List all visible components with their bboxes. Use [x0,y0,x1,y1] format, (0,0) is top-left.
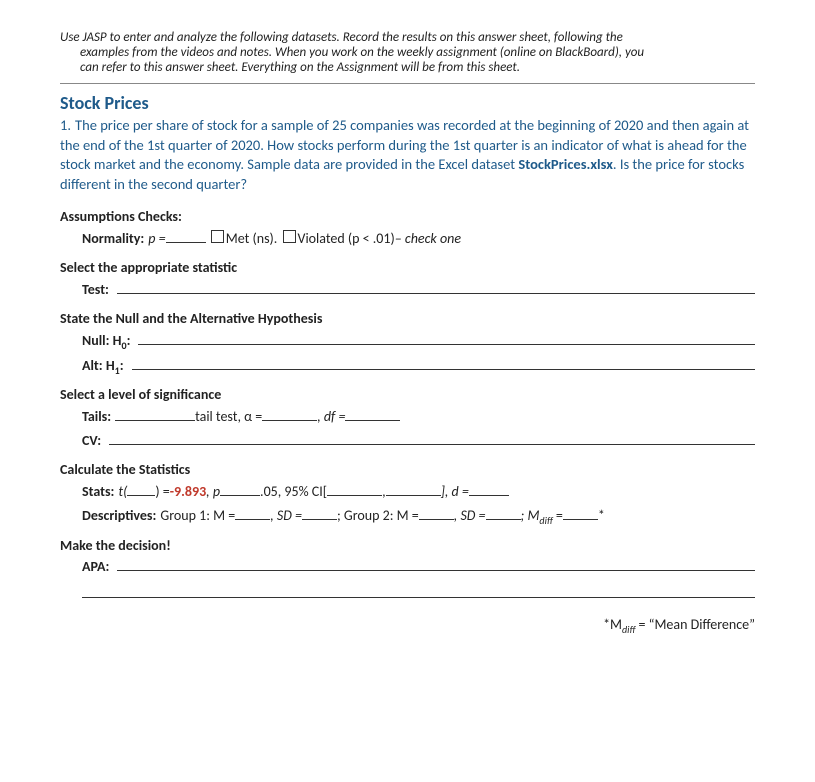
instructions-line-1: Use JASP to enter and analyze the follow… [60,30,755,45]
mdiff-blank[interactable] [563,505,598,520]
null-row: Null: H0: [82,329,755,354]
select-statistic-heading: Select the appropriate statistic [60,259,755,276]
g1-label: Group 1: M = [160,504,235,528]
apa-label: APA: [82,558,109,575]
stats-row: Stats: t( ) = -9.893 , p .05, 95% CI[ , … [82,480,755,504]
g2-label: ; Group 2: M = [337,504,419,528]
calculate-heading: Calculate the Statistics [60,461,755,478]
test-row: Test: [82,278,755,302]
violated-checkbox[interactable] [283,230,296,243]
null-label: Null: H0: [82,329,130,354]
alpha-05-text: .05, 95% CI[ [260,480,327,504]
descriptives-label: Descriptives: [82,504,156,528]
alt-label: Alt: H1: [82,354,124,379]
test-blank[interactable] [117,279,755,294]
p-comp-blank[interactable] [220,481,260,496]
question-file: StockPrices.xlsx [518,155,613,173]
check-one-label: – check one [395,227,461,251]
alt-row: Alt: H1: [82,354,755,379]
apa-blank-1[interactable] [117,556,755,571]
descriptives-row: Descriptives: Group 1: M = , SD = ; Grou… [82,504,755,529]
normality-row: Normality: p = Met (ns). Violated (p < .… [82,227,755,251]
significance-heading: Select a level of significance [60,386,755,403]
ci-low-blank[interactable] [327,481,382,496]
instructions-line-2: examples from the videos and notes. When… [60,45,755,60]
tails-row: Tails: tail test, α = , df = [82,405,755,429]
tail-test-text: tail test, α = [195,405,262,429]
t-open: t( [118,480,127,504]
g1-sd-blank[interactable] [302,505,337,520]
ci-high-blank[interactable] [386,481,441,496]
t-close: ) = [155,480,169,504]
t-value: -9.893 [170,480,206,504]
null-blank[interactable] [138,330,755,345]
normality-label: Normality: [82,227,144,251]
df-label: , df = [317,405,345,429]
g2-sd-label: , SD = [454,504,486,528]
met-label: Met (ns). [226,227,278,251]
instructions-block: Use JASP to enter and analyze the follow… [60,30,755,84]
p-comma: , p [206,480,220,504]
alt-blank[interactable] [132,355,755,370]
question-number: 1. [60,116,71,134]
tails-label: Tails: [82,405,111,429]
stats-label: Stats: [82,480,114,504]
mdiff-label: ; Mdiff = [521,504,563,529]
mdiff-star: * [598,504,605,528]
tails-blank[interactable] [115,406,195,421]
ci-close-d: ], d = [441,480,469,504]
question-text: 1.The price per share of stock for a sam… [60,116,755,194]
decision-heading: Make the decision! [60,537,755,554]
cv-row: CV: [82,429,755,453]
g1-sd-label: , SD = [270,504,302,528]
met-checkbox[interactable] [211,230,224,243]
df-blank[interactable] [345,406,400,421]
assumptions-heading: Assumptions Checks: [60,208,755,225]
g2-sd-blank[interactable] [486,505,521,520]
t-df-blank[interactable] [127,481,155,496]
g1-m-blank[interactable] [235,505,270,520]
normality-p-blank[interactable] [166,228,206,243]
section-title: Stock Prices [60,92,755,114]
cv-label: CV: [82,429,101,453]
alpha-blank[interactable] [262,406,317,421]
footnote: *Mdiff = “Mean Difference” [60,616,755,636]
hypothesis-heading: State the Null and the Alternative Hypot… [60,310,755,327]
test-label: Test: [82,278,109,302]
apa-blank-2[interactable] [82,575,755,598]
instructions-line-3: can refer to this answer sheet. Everythi… [60,60,755,75]
violated-label: Violated (p < .01) [298,227,395,251]
d-blank[interactable] [469,481,509,496]
g2-m-blank[interactable] [419,505,454,520]
p-equals: p = [148,227,165,251]
cv-blank[interactable] [109,430,755,445]
